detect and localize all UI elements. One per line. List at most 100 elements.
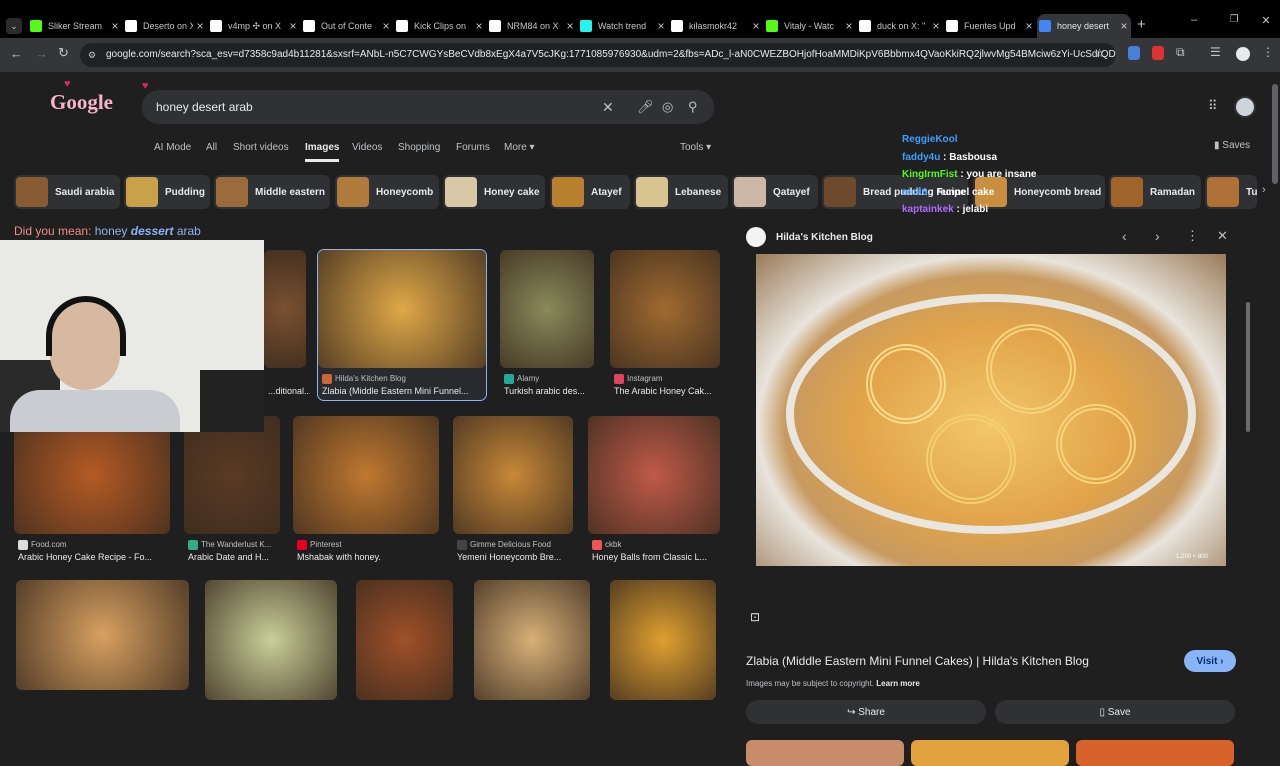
chips-scroll-right-icon[interactable]: › xyxy=(1262,184,1266,196)
apps-grid-icon[interactable]: ⠿ xyxy=(1208,98,1218,114)
result-source[interactable]: Hilda's Kitchen Blog xyxy=(322,374,406,384)
tab-all[interactable]: All xyxy=(206,142,217,153)
result-thumbnail[interactable] xyxy=(14,416,170,534)
related-search-chip[interactable]: Honey cake xyxy=(443,175,545,209)
lens-search-icon[interactable]: ◎ xyxy=(662,90,673,124)
tab-close-icon[interactable]: × xyxy=(108,19,122,33)
tab-close-icon[interactable]: × xyxy=(472,19,486,33)
result-thumbnail[interactable] xyxy=(184,416,280,534)
panel-scrollbar[interactable] xyxy=(1246,302,1250,432)
result-title[interactable]: Yemeni Honeycomb Bre... xyxy=(457,552,577,562)
clear-search-icon[interactable]: ✕ xyxy=(602,90,614,124)
new-tab-button[interactable]: + xyxy=(1137,16,1153,34)
result-thumbnail[interactable] xyxy=(453,416,573,534)
related-image[interactable] xyxy=(1076,740,1234,766)
result-source[interactable]: Instagram xyxy=(614,374,663,384)
tab[interactable]: NRM84 on X × xyxy=(487,14,577,38)
tab[interactable]: Watch trend × xyxy=(578,14,668,38)
related-image[interactable] xyxy=(911,740,1069,766)
image-result[interactable]: Food.com Arabic Honey Cake Recipe - Fo... xyxy=(14,416,170,566)
tools-menu[interactable]: Tools ▾ xyxy=(680,142,711,153)
chat-username[interactable]: ReggieKool xyxy=(902,134,958,145)
result-title[interactable]: Arabic Date and H... xyxy=(188,552,284,562)
image-result[interactable]: Gimme Delicious Food Yemeni Honeycomb Bre… xyxy=(453,416,573,566)
tab[interactable]: Sliker Stream × xyxy=(28,14,122,38)
puzzle-icon[interactable]: ⧉ xyxy=(1176,45,1185,60)
previous-icon[interactable]: ‹ xyxy=(1122,228,1127,244)
tab-close-icon[interactable]: × xyxy=(379,19,393,33)
tab-close-icon[interactable]: × xyxy=(193,19,207,33)
result-source[interactable]: Pinterest xyxy=(297,540,342,550)
visit-button[interactable]: Visit › xyxy=(1184,650,1236,672)
tab-forums[interactable]: Forums xyxy=(456,142,490,153)
result-thumbnail[interactable] xyxy=(588,416,720,534)
tab[interactable]: Vitaly - Watc × xyxy=(764,14,856,38)
panel-site-name[interactable]: Hilda's Kitchen Blog xyxy=(776,232,873,243)
search-icon[interactable]: ⚲ xyxy=(688,90,698,124)
image-result[interactable]: Hilda's Kitchen Blog Zlabia (Middle Easte… xyxy=(317,249,487,401)
result-title[interactable]: Arabic Honey Cake Recipe - Fo... xyxy=(18,552,174,562)
did-you-mean-link[interactable]: honey dessert arab xyxy=(95,224,201,238)
tab-short-videos[interactable]: Short videos xyxy=(233,142,289,153)
back-icon[interactable]: ← xyxy=(10,46,23,61)
related-search-chip[interactable]: Saudi arabia xyxy=(14,175,120,209)
related-image[interactable] xyxy=(746,740,904,766)
tab[interactable]: Kick Clips on × xyxy=(394,14,486,38)
chat-username[interactable]: kaptainkek xyxy=(902,204,954,215)
tab-shopping[interactable]: Shopping xyxy=(398,142,440,153)
tab-videos[interactable]: Videos xyxy=(352,142,382,153)
tab[interactable]: duck on X: " × xyxy=(857,14,943,38)
next-icon[interactable]: › xyxy=(1155,228,1160,244)
chat-username[interactable]: nick6 xyxy=(902,187,928,198)
result-thumbnail[interactable] xyxy=(356,580,453,700)
result-thumbnail[interactable] xyxy=(610,580,716,700)
voice-search-icon[interactable]: 🎤︎ xyxy=(637,90,654,124)
profile-avatar[interactable] xyxy=(1236,47,1250,61)
tab[interactable]: Fuentes Upd × xyxy=(944,14,1036,38)
image-result[interactable]: ckbk Honey Balls from Classic L... xyxy=(588,416,720,566)
panel-title[interactable]: Zlabia (Middle Eastern Mini Funnel Cakes… xyxy=(746,654,1089,668)
image-result[interactable]: Instagram The Arabic Honey Cak... xyxy=(610,250,720,400)
close-panel-icon[interactable]: ✕ xyxy=(1217,228,1228,244)
result-source[interactable]: Gimme Delicious Food xyxy=(457,540,551,550)
tab-close-icon[interactable]: × xyxy=(1022,19,1036,33)
more-options-icon[interactable]: ⋮ xyxy=(1186,228,1199,244)
tab-close-icon[interactable]: × xyxy=(286,19,300,33)
account-avatar[interactable] xyxy=(1234,96,1256,118)
result-source[interactable]: The Wanderlust K... xyxy=(188,540,271,550)
result-source[interactable]: Alamy xyxy=(504,374,539,384)
tab-close-icon[interactable]: × xyxy=(929,19,943,33)
tab-ai-mode[interactable]: AI Mode xyxy=(154,142,191,153)
tab-images[interactable]: Images xyxy=(305,142,340,162)
image-result[interactable]: Alamy Turkish arabic des... xyxy=(500,250,594,400)
tab[interactable]: honey desert × xyxy=(1037,14,1131,38)
tab-search-menu-icon[interactable]: ⌄ xyxy=(6,18,22,34)
result-source[interactable]: Food.com xyxy=(18,540,67,550)
browser-menu-icon[interactable]: ⋮ xyxy=(1262,45,1274,59)
image-result[interactable] xyxy=(16,580,189,722)
search-input[interactable]: honey desert arab ✕ 🎤︎ ◎ ⚲ xyxy=(142,90,714,124)
image-result[interactable]: The Wanderlust K... Arabic Date and H... xyxy=(184,416,280,566)
close-window-button[interactable]: ✕ xyxy=(1256,14,1276,34)
page-scrollbar[interactable] xyxy=(1272,84,1278,184)
reading-list-icon[interactable]: ☰ xyxy=(1210,45,1221,59)
bookmark-star-icon[interactable]: ☆ xyxy=(1094,46,1105,60)
result-title[interactable]: ...ditional... xyxy=(268,386,310,396)
tab-close-icon[interactable]: × xyxy=(1117,19,1131,33)
tab[interactable]: kilasmokr42 × xyxy=(669,14,763,38)
related-search-chip[interactable]: Pudding xyxy=(124,175,210,209)
tab-close-icon[interactable]: × xyxy=(563,19,577,33)
image-result[interactable]: ...ditional... xyxy=(264,250,310,400)
chat-username[interactable]: KingIrmFist xyxy=(902,169,958,180)
image-result[interactable] xyxy=(356,580,453,732)
related-search-chip[interactable]: Atayef xyxy=(550,175,630,209)
result-thumbnail[interactable] xyxy=(500,250,594,368)
tab[interactable]: Out of Conte × xyxy=(301,14,393,38)
result-thumbnail[interactable] xyxy=(610,250,720,368)
reload-icon[interactable]: ↻ xyxy=(58,45,69,61)
lens-icon[interactable]: ⊡ xyxy=(750,610,760,624)
result-thumbnail[interactable] xyxy=(264,250,306,368)
site-info-icon[interactable]: ⚙ xyxy=(88,43,96,67)
forward-icon[interactable]: → xyxy=(35,46,48,61)
image-result[interactable] xyxy=(610,580,716,732)
